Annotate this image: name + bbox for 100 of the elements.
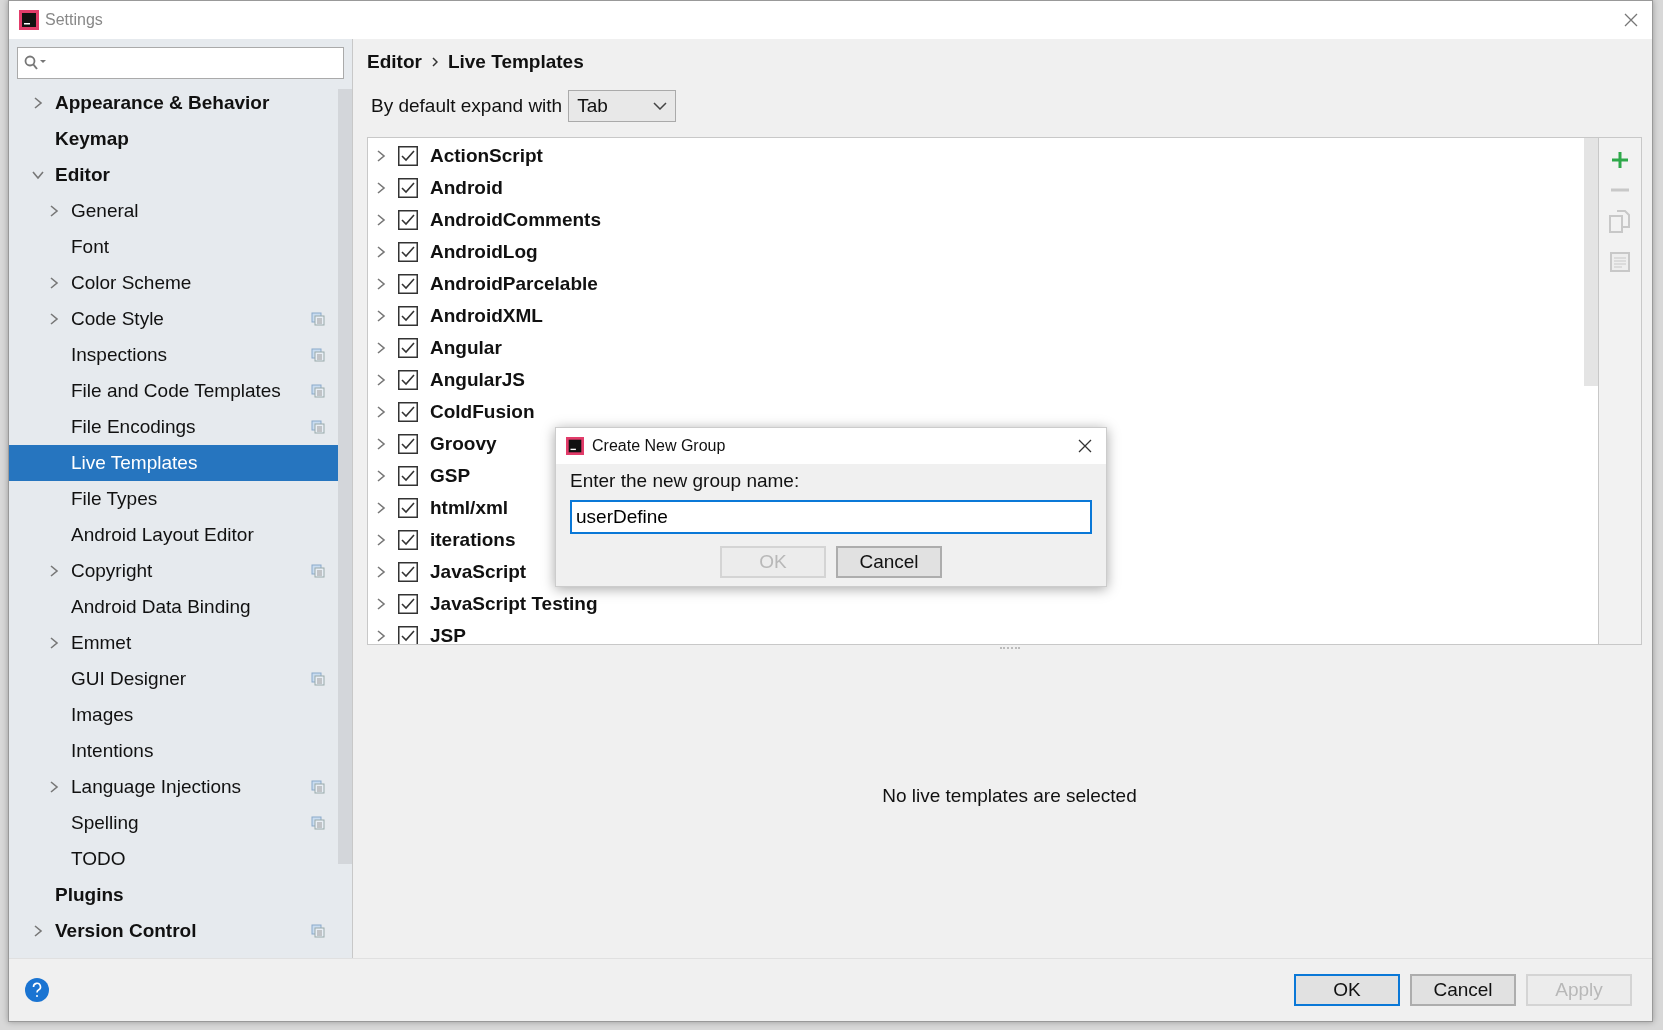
- sidebar-item[interactable]: Images: [9, 697, 338, 733]
- sidebar-item[interactable]: Emmet: [9, 625, 338, 661]
- dialog-prompt: Enter the new group name:: [570, 470, 801, 492]
- template-group-name[interactable]: ColdFusion: [430, 401, 535, 423]
- sidebar-item[interactable]: Inspections: [9, 337, 338, 373]
- chevron-icon[interactable]: [49, 636, 59, 650]
- add-icon[interactable]: [1610, 150, 1630, 170]
- chevron-icon[interactable]: [31, 170, 45, 180]
- checkbox[interactable]: [398, 242, 418, 262]
- sidebar-item[interactable]: Language Injections: [9, 769, 338, 805]
- chevron-icon[interactable]: [376, 405, 386, 419]
- dialog-button[interactable]: OK: [1294, 974, 1400, 1006]
- template-group-name[interactable]: ActionScript: [430, 145, 543, 167]
- chevron-icon[interactable]: [376, 501, 386, 515]
- sidebar-item[interactable]: Appearance & Behavior: [9, 85, 338, 121]
- checkbox[interactable]: [398, 498, 418, 518]
- chevron-icon[interactable]: [376, 309, 386, 323]
- checkbox[interactable]: [398, 626, 418, 644]
- empty-message: No live templates are selected: [882, 784, 1137, 807]
- sidebar-item[interactable]: Spelling: [9, 805, 338, 841]
- sidebar-item[interactable]: GUI Designer: [9, 661, 338, 697]
- template-group-name[interactable]: GSP: [430, 465, 471, 487]
- sidebar-item[interactable]: File Encodings: [9, 409, 338, 445]
- checkbox[interactable]: [398, 146, 418, 166]
- sidebar-item[interactable]: Live Templates: [9, 445, 338, 481]
- scrollbar[interactable]: [1584, 138, 1598, 386]
- checkbox[interactable]: [398, 178, 418, 198]
- chevron-icon[interactable]: [49, 204, 59, 218]
- template-group-name[interactable]: Angular: [430, 337, 502, 359]
- app-logo-icon: [19, 10, 39, 30]
- checkbox[interactable]: [398, 402, 418, 422]
- chevron-icon[interactable]: [376, 181, 386, 195]
- dialog-button[interactable]: Cancel: [1410, 974, 1516, 1006]
- template-group-name[interactable]: iterations: [430, 529, 516, 551]
- scrollbar[interactable]: [338, 89, 352, 864]
- chevron-icon[interactable]: [33, 96, 43, 110]
- template-group-name[interactable]: html/xml: [430, 497, 509, 519]
- dialog-button[interactable]: Cancel: [836, 546, 942, 578]
- checkbox[interactable]: [398, 274, 418, 294]
- search-field[interactable]: [17, 47, 344, 79]
- group-name-field[interactable]: userDefine: [570, 500, 1092, 534]
- template-group-name[interactable]: AndroidXML: [430, 305, 543, 327]
- chevron-icon[interactable]: [376, 373, 386, 387]
- chevron-icon[interactable]: [49, 276, 59, 290]
- help-icon[interactable]: [25, 978, 49, 1002]
- template-group-name[interactable]: AndroidComments: [430, 209, 601, 231]
- chevron-icon[interactable]: [376, 629, 386, 643]
- sidebar-item[interactable]: Color Scheme: [9, 265, 338, 301]
- checkbox[interactable]: [398, 306, 418, 326]
- sidebar-item[interactable]: Android Data Binding: [9, 589, 338, 625]
- sidebar-item[interactable]: Code Style: [9, 301, 338, 337]
- template-group-name[interactable]: JavaScript Testing: [430, 593, 598, 615]
- chevron-icon[interactable]: [49, 780, 59, 794]
- breadcrumb-separator-icon: [431, 57, 438, 67]
- sidebar-item[interactable]: Copyright: [9, 553, 338, 589]
- checkbox[interactable]: [398, 210, 418, 230]
- checkbox[interactable]: [398, 338, 418, 358]
- template-group-name[interactable]: JSP: [430, 625, 466, 644]
- sidebar-item[interactable]: File Types: [9, 481, 338, 517]
- template-group-name[interactable]: AndroidParcelable: [430, 273, 598, 295]
- close-icon[interactable]: [1078, 439, 1092, 453]
- sidebar-item[interactable]: General: [9, 193, 338, 229]
- chevron-icon[interactable]: [376, 533, 386, 547]
- checkbox[interactable]: [398, 466, 418, 486]
- chevron-icon[interactable]: [49, 564, 59, 578]
- sidebar-item[interactable]: File and Code Templates: [9, 373, 338, 409]
- checkbox[interactable]: [398, 434, 418, 454]
- app-logo-icon: [566, 437, 584, 455]
- sidebar-item[interactable]: Font: [9, 229, 338, 265]
- checkbox[interactable]: [398, 530, 418, 550]
- breadcrumb-item[interactable]: Live Templates: [447, 51, 584, 73]
- template-group-name[interactable]: AndroidLog: [430, 241, 538, 263]
- chevron-icon[interactable]: [376, 245, 386, 259]
- chevron-icon[interactable]: [376, 277, 386, 291]
- sidebar-item[interactable]: TODO: [9, 841, 338, 877]
- chevron-icon[interactable]: [376, 341, 386, 355]
- sidebar-item[interactable]: Keymap: [9, 121, 338, 157]
- window-title: Settings: [45, 11, 104, 29]
- breadcrumb-item[interactable]: Editor: [367, 51, 422, 73]
- chevron-icon[interactable]: [376, 597, 386, 611]
- checkbox[interactable]: [398, 594, 418, 614]
- chevron-icon[interactable]: [33, 924, 43, 938]
- chevron-icon[interactable]: [49, 312, 59, 326]
- sidebar-item[interactable]: Editor: [9, 157, 338, 193]
- expand-with-dropdown[interactable]: Tab: [568, 90, 677, 122]
- chevron-icon[interactable]: [376, 213, 386, 227]
- chevron-icon[interactable]: [376, 149, 386, 163]
- template-group-name[interactable]: Groovy: [430, 433, 497, 455]
- sidebar-item[interactable]: Android Layout Editor: [9, 517, 338, 553]
- checkbox[interactable]: [398, 370, 418, 390]
- chevron-icon[interactable]: [376, 469, 386, 483]
- sidebar-item[interactable]: Intentions: [9, 733, 338, 769]
- template-group-name[interactable]: AngularJS: [430, 369, 526, 391]
- sidebar-item[interactable]: Plugins: [9, 877, 338, 913]
- chevron-icon[interactable]: [376, 565, 386, 579]
- checkbox[interactable]: [398, 562, 418, 582]
- template-group-name[interactable]: JavaScript: [430, 561, 527, 583]
- chevron-icon[interactable]: [376, 437, 386, 451]
- sidebar-item[interactable]: Version Control: [9, 913, 338, 949]
- template-group-name[interactable]: Android: [430, 177, 503, 199]
